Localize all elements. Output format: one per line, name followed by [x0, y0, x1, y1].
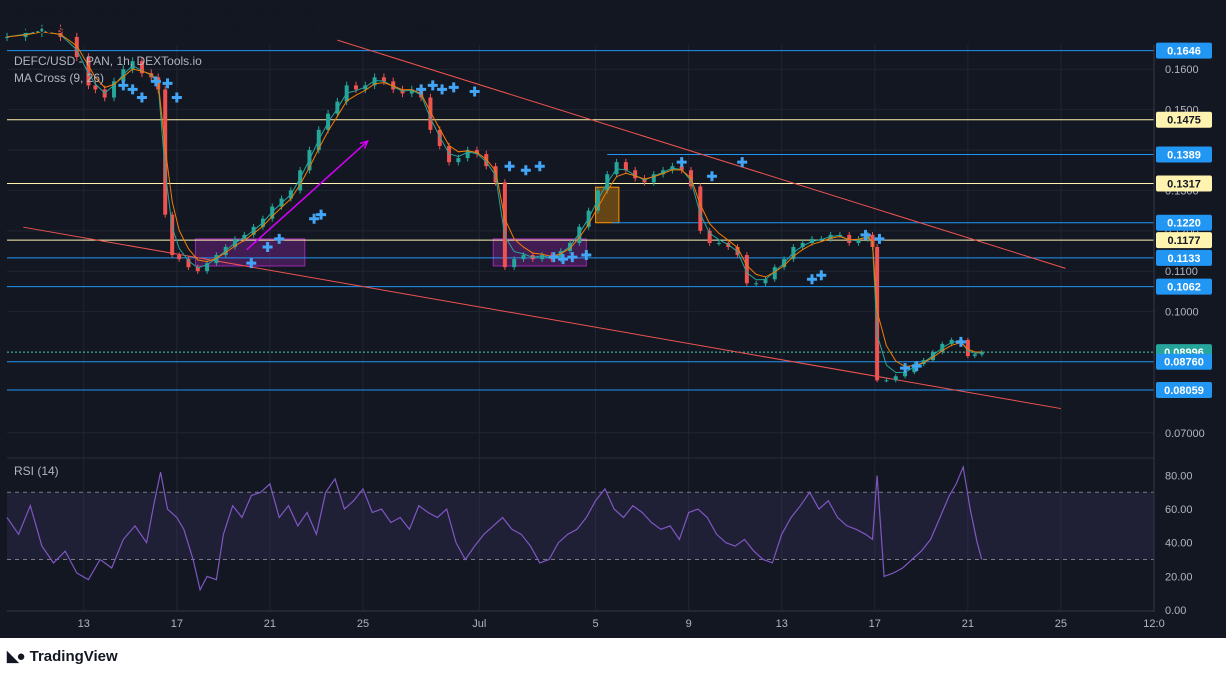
candle-body-46: [456, 158, 461, 163]
price-label-0: 0.1646: [1167, 46, 1201, 58]
candle-body-16: [177, 255, 182, 260]
price-label-9: 0.08760: [1164, 357, 1204, 369]
x-tick-label-9: 21: [962, 618, 974, 630]
price-label-7: 0.1062: [1167, 282, 1201, 294]
price-label-3: 0.1317: [1167, 179, 1201, 191]
y-tick-label-7: 0.07000: [1165, 428, 1205, 440]
price-label-6: 0.1133: [1167, 253, 1200, 265]
x-tick-label-4: Jul: [472, 618, 486, 630]
price-label-10: 0.08059: [1164, 385, 1204, 397]
y-tick-label-5: 0.1100: [1165, 266, 1198, 278]
price-label-4: 0.1220: [1167, 218, 1201, 230]
candle-body-15: [170, 214, 175, 256]
candle-body-93: [884, 380, 889, 382]
x-tick-label-8: 17: [869, 618, 881, 630]
x-tick-label-3: 25: [357, 618, 369, 630]
published-line: Published on TradingView.com, July 21, 2…: [7, 5, 328, 19]
tradingview-logo-text: TradingView: [29, 647, 118, 665]
candle-body-53: [521, 255, 526, 260]
indicator-label: MA Cross (9, 26): [14, 71, 104, 85]
chart-screenshot: 13 17 21 25 Jul 5 9 13 17 21 25 12:0 0.1600 0.1500 0.1…: [0, 0, 1226, 674]
y-tick-label-6: 0.1000: [1165, 307, 1199, 319]
x-tick-label-5: 5: [593, 618, 599, 630]
x-tick-label-11: 12:0: [1143, 618, 1164, 630]
x-tick-label-2: 21: [264, 618, 276, 630]
price-label-5: 0.1177: [1167, 235, 1200, 247]
x-tick-label-7: 13: [776, 618, 788, 630]
symbol-line: DEXTools.io:DEFC/USD - PAN, 60 O:0.08939…: [7, 22, 435, 36]
price-label-1: 0.1475: [1167, 115, 1201, 127]
footer: ◣● TradingView: [0, 638, 1226, 674]
rsi-band: [7, 492, 1154, 560]
candle-body-64: [623, 162, 628, 171]
x-tick-label-10: 25: [1055, 618, 1067, 630]
candle-body-74: [716, 242, 721, 244]
rsi-tick-label-0: 80.00: [1165, 470, 1193, 482]
tradingview-logo[interactable]: ◣● TradingView: [7, 647, 118, 666]
candle-body-52: [512, 259, 517, 268]
x-tick-label-6: 9: [686, 618, 692, 630]
y-tick-label-0: 0.1600: [1165, 64, 1199, 76]
candle-body-103: [972, 354, 977, 357]
candle-body-94: [893, 376, 898, 381]
rsi-title: RSI (14): [14, 464, 59, 478]
rsi-tick-label-1: 60.00: [1165, 504, 1193, 516]
x-tick-label-0: 13: [78, 618, 90, 630]
candle-body-63: [614, 162, 619, 175]
rsi-tick-label-3: 20.00: [1165, 571, 1193, 583]
chart-title: DEFC/USD - PAN, 1h, DEXTools.io: [14, 54, 202, 68]
candle-body-35: [353, 85, 358, 90]
candle-body-78: [754, 283, 759, 285]
x-tick-label-1: 17: [171, 618, 183, 630]
price-label-2: 0.1389: [1167, 149, 1201, 161]
tradingview-logo-icon: ◣●: [7, 648, 26, 665]
rsi-tick-label-4: 0.00: [1165, 605, 1186, 617]
chart-canvas[interactable]: 13 17 21 25 Jul 5 9 13 17 21 25 12:00.16000.15000.1…: [0, 0, 1226, 638]
rsi-tick-label-2: 40.00: [1165, 538, 1193, 550]
